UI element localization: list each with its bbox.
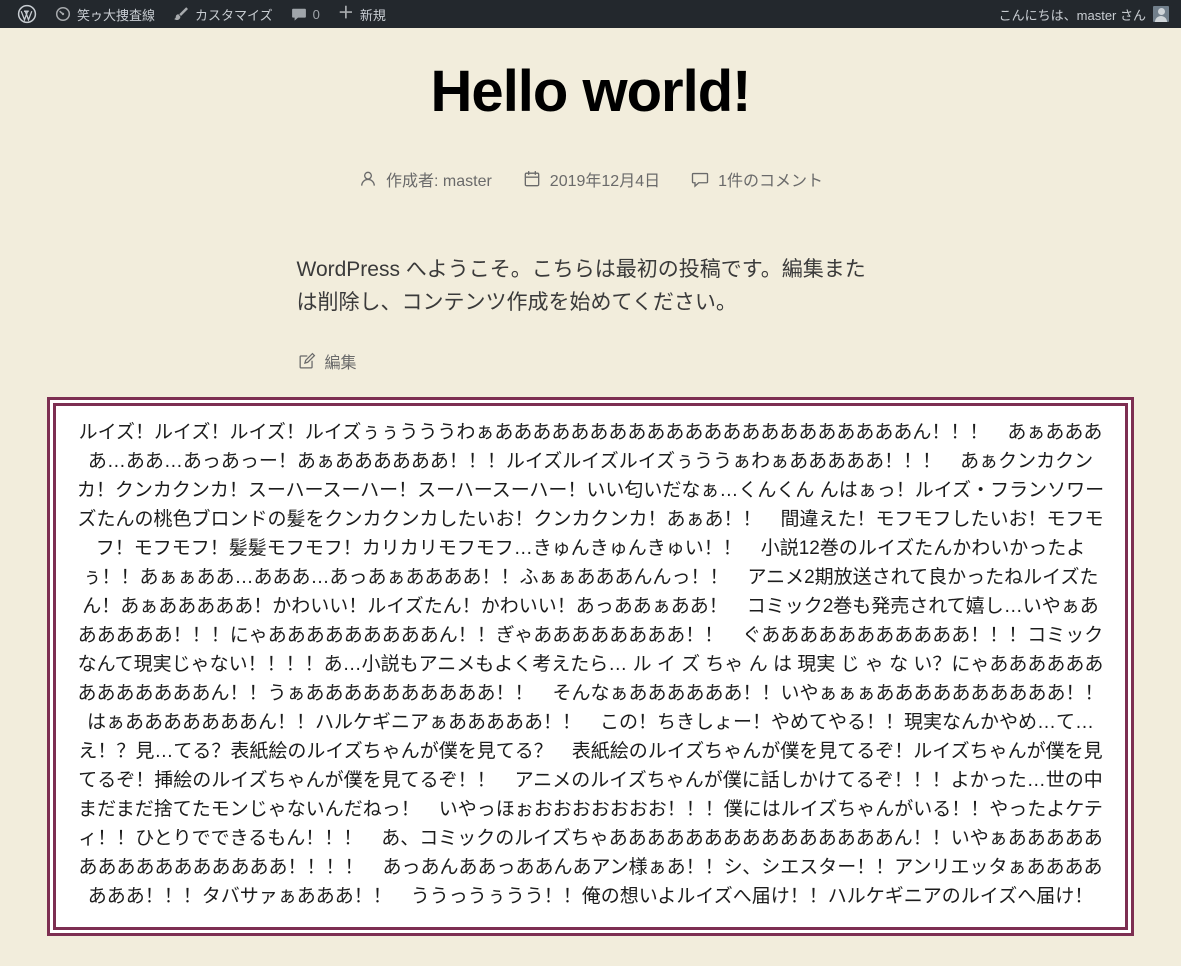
dashboard-gauge-icon — [55, 6, 71, 22]
comment-bubble-icon — [291, 6, 307, 22]
new-label: 新規 — [359, 7, 386, 23]
post-author-link[interactable]: 作成者: master — [358, 167, 492, 191]
wordpress-logo-menu[interactable] — [8, 0, 46, 28]
post-meta: 作成者: master 2019年12月4日 1件のコメント — [0, 167, 1181, 191]
comment-copypasta-box: ルイズ！ルイズ！ルイズ！ルイズぅぅうううわぁああああああああああああああああああ… — [47, 397, 1134, 936]
post-date-label: 2019年12月4日 — [549, 173, 661, 190]
edit-pencil-icon — [299, 352, 315, 368]
admin-bar-new[interactable]: ＋ 新規 — [329, 0, 395, 28]
post-article: Hello world! 作成者: master 2019年12月4日 1件のコ… — [0, 58, 1181, 936]
wordpress-logo-icon — [17, 4, 37, 24]
customize-label: カスタマイズ — [195, 7, 273, 23]
calendar-icon — [524, 171, 540, 187]
edit-label: 編集 — [324, 355, 357, 372]
page-title: Hello world! — [430, 59, 752, 124]
comments-bubble-icon — [691, 172, 709, 188]
admin-bar-my-account[interactable]: こんにちは、master さん — [997, 5, 1171, 24]
post-date-link[interactable]: 2019年12月4日 — [522, 167, 660, 191]
post-body-text: WordPress へようこそ。こちらは最初の投稿です。編集または削除し、コンテ… — [296, 258, 866, 314]
greeting-label: こんにちは、master さん — [998, 7, 1146, 23]
admin-bar-comments[interactable]: 0 — [282, 0, 329, 28]
post-comments-link[interactable]: 1件のコメント — [690, 167, 823, 191]
post-author-label: 作成者: master — [386, 173, 492, 190]
admin-bar: 笑ゥ大捜査線 カスタマイズ 0 ＋ 新規 こんにちは、master さん — [0, 0, 1181, 28]
paintbrush-icon — [173, 6, 189, 22]
admin-bar-site-name[interactable]: 笑ゥ大捜査線 — [46, 0, 164, 28]
admin-bar-customize[interactable]: カスタマイズ — [164, 0, 282, 28]
comment-count: 0 — [312, 6, 320, 22]
comment-copypasta-text: ルイズ！ルイズ！ルイズ！ルイズぅぅうううわぁああああああああああああああああああ… — [76, 422, 1105, 907]
plus-icon: ＋ — [337, 5, 354, 22]
author-person-icon — [361, 171, 375, 186]
site-name-label: 笑ゥ大捜査線 — [77, 7, 156, 23]
post-comments-label: 1件のコメント — [718, 173, 823, 190]
post-edit-link[interactable]: 編集 — [297, 349, 885, 373]
user-avatar — [1153, 6, 1169, 22]
